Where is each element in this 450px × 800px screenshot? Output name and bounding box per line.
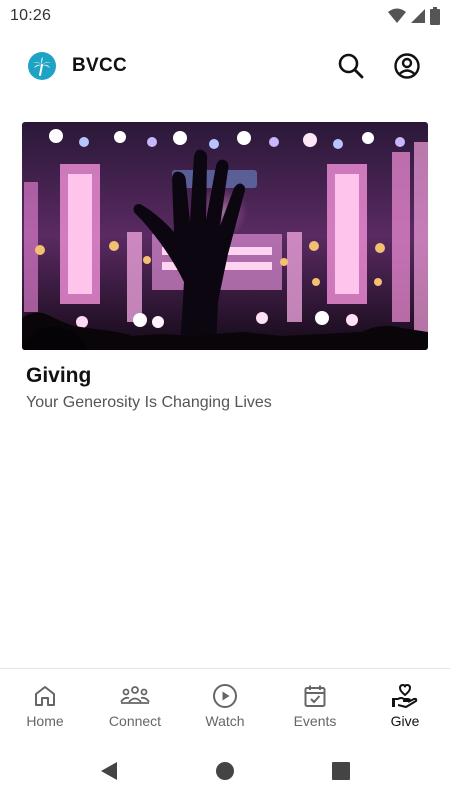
nav-label-connect: Connect bbox=[108, 712, 162, 729]
account-circle-icon bbox=[394, 53, 420, 79]
bottom-nav: Home Connect Watch Events Give bbox=[0, 668, 450, 742]
palm-tree-logo-icon bbox=[28, 52, 56, 80]
brand: BVCC bbox=[28, 52, 336, 80]
search-icon bbox=[338, 53, 364, 79]
giving-card[interactable]: Giving Your Generosity Is Changing Lives bbox=[22, 122, 428, 412]
home-circle-icon bbox=[216, 762, 234, 780]
app-bar: BVCC bbox=[0, 40, 450, 92]
people-icon bbox=[120, 685, 150, 704]
system-nav bbox=[0, 742, 450, 800]
signal-icon bbox=[410, 8, 426, 24]
status-bar: 10:26 bbox=[0, 0, 450, 32]
worship-concert-image bbox=[22, 122, 428, 350]
system-home-button[interactable] bbox=[213, 759, 237, 783]
system-recents-button[interactable] bbox=[329, 759, 353, 783]
status-icons bbox=[388, 7, 440, 25]
home-icon bbox=[35, 685, 55, 706]
brand-name: BVCC bbox=[72, 55, 128, 76]
play-circle-icon bbox=[213, 683, 237, 708]
recents-square-icon bbox=[332, 762, 350, 780]
nav-item-watch[interactable]: Watch bbox=[180, 669, 270, 742]
search-button[interactable] bbox=[336, 51, 366, 81]
nav-item-events[interactable]: Events bbox=[270, 669, 360, 742]
nav-label-watch: Watch bbox=[205, 712, 245, 729]
app-actions bbox=[336, 51, 422, 81]
hand-heart-icon bbox=[392, 683, 418, 708]
system-back-button[interactable] bbox=[97, 759, 121, 783]
profile-button[interactable] bbox=[392, 51, 422, 81]
wifi-icon bbox=[388, 8, 406, 24]
nav-label-give: Give bbox=[390, 712, 420, 729]
nav-item-home[interactable]: Home bbox=[0, 669, 90, 742]
nav-label-home: Home bbox=[26, 712, 64, 729]
nav-item-give[interactable]: Give bbox=[360, 669, 450, 742]
card-subtitle: Your Generosity Is Changing Lives bbox=[26, 394, 272, 411]
battery-icon bbox=[430, 7, 440, 25]
nav-label-events: Events bbox=[293, 712, 337, 729]
calendar-check-icon bbox=[304, 685, 326, 707]
back-triangle-icon bbox=[101, 762, 117, 780]
status-time: 10:26 bbox=[10, 7, 52, 24]
card-title: Giving bbox=[26, 364, 92, 387]
nav-item-connect[interactable]: Connect bbox=[90, 669, 180, 742]
